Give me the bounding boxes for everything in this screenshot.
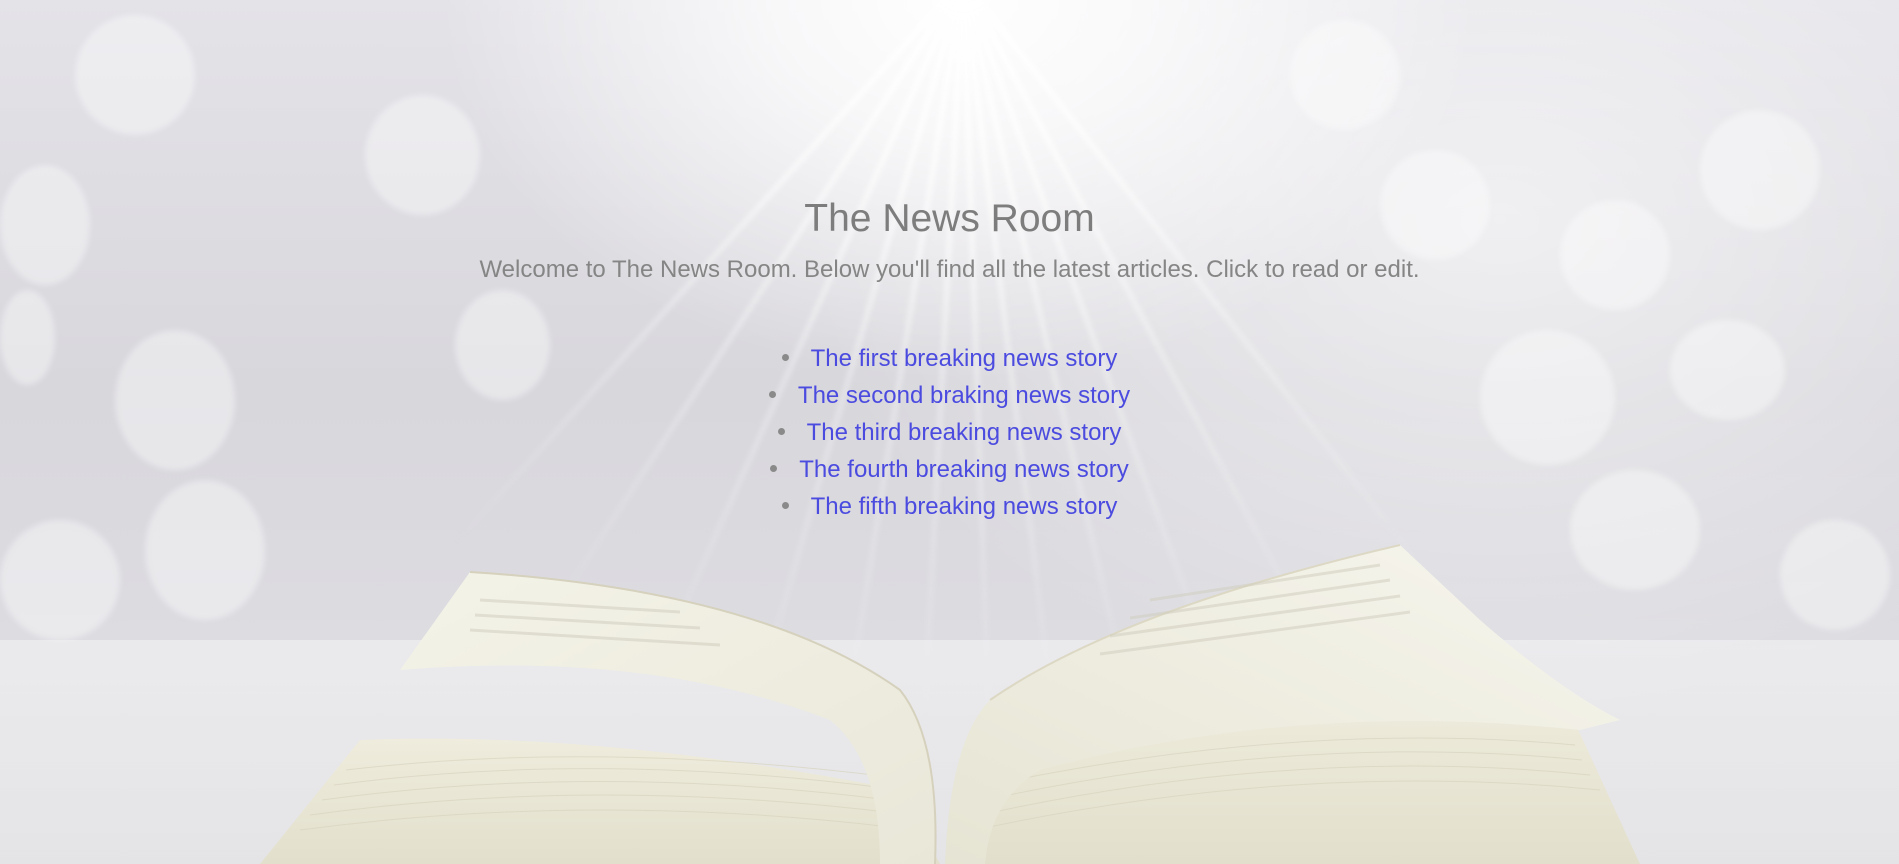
bullet-icon — [781, 354, 789, 362]
page-subtitle: Welcome to The News Room. Below you'll f… — [479, 256, 1420, 283]
list-item: The second braking news story — [0, 377, 1899, 414]
bullet-icon — [781, 502, 789, 510]
list-item: The first breaking news story — [0, 340, 1899, 377]
article-link-2[interactable]: The second braking news story — [798, 382, 1130, 409]
bullet-icon — [770, 465, 778, 473]
list-item: The fifth breaking news story — [0, 488, 1899, 525]
list-item: The fourth breaking news story — [0, 451, 1899, 488]
bullet-icon — [768, 391, 776, 399]
page-title: The News Room — [804, 197, 1095, 240]
article-link-3[interactable]: The third breaking news story — [807, 419, 1122, 446]
article-list: The first breaking news story The second… — [0, 340, 1899, 525]
article-link-1[interactable]: The first breaking news story — [811, 345, 1118, 372]
list-item: The third breaking news story — [0, 414, 1899, 451]
bullet-icon — [777, 428, 785, 436]
article-link-4[interactable]: The fourth breaking news story — [799, 456, 1129, 483]
article-link-5[interactable]: The fifth breaking news story — [811, 493, 1118, 520]
